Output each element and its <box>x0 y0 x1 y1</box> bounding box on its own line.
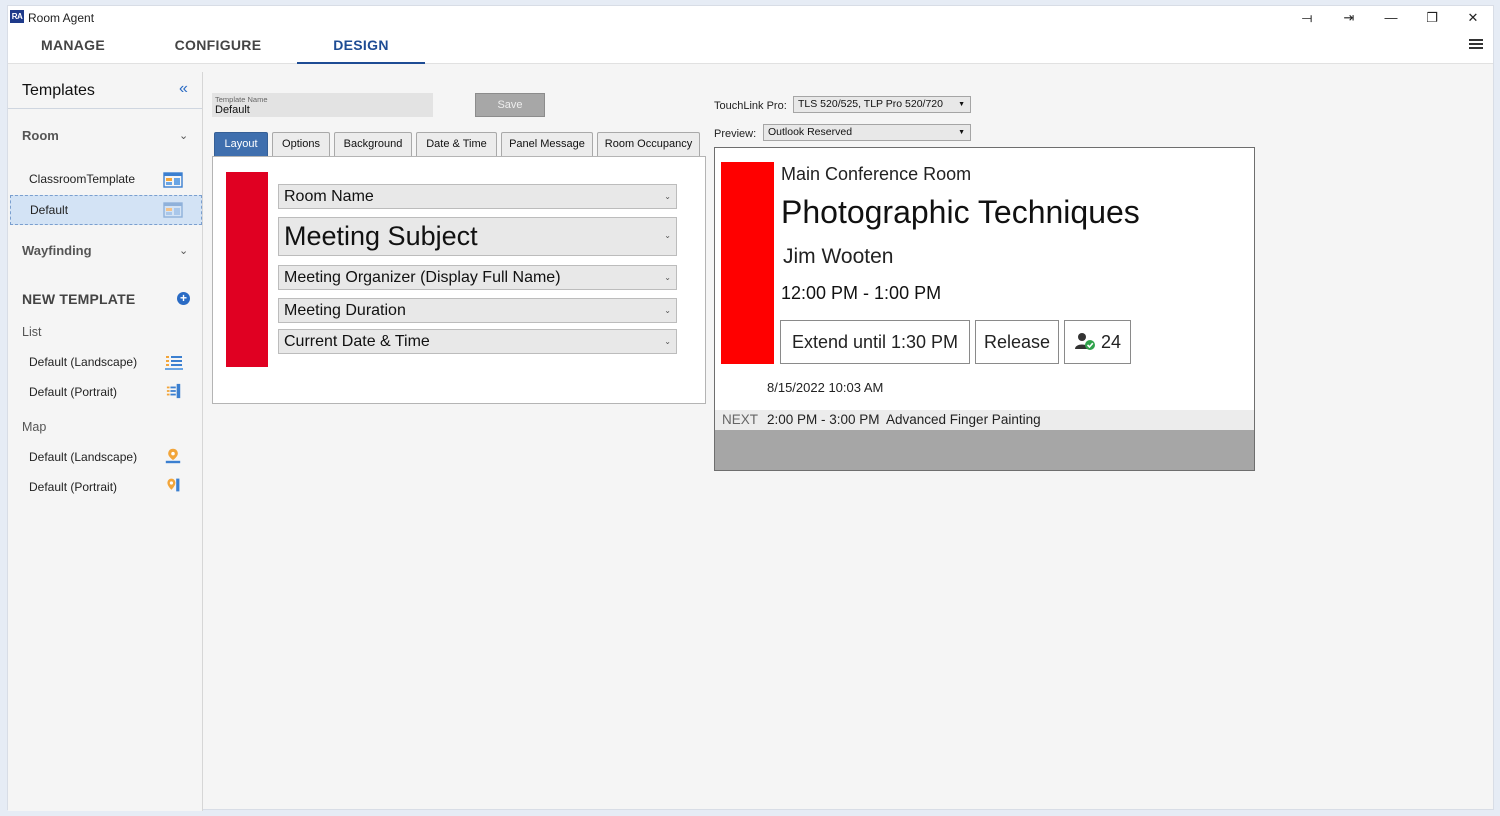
next-label: NEXT <box>722 412 759 427</box>
tab-panel-message[interactable]: Panel Message <box>501 132 593 156</box>
app-logo-icon: RA <box>10 10 24 23</box>
chevron-down-icon[interactable]: ⌄ <box>179 244 188 257</box>
app-window: RA Room Agent ⟞ ⇥ — ❐ ✕ MANAGE CONFIGURE… <box>7 5 1494 811</box>
tab-options[interactable]: Options <box>272 132 330 156</box>
chevron-down-icon: ⌄ <box>664 337 671 346</box>
occupancy-button[interactable]: 24 <box>1064 320 1131 364</box>
divider <box>8 108 202 109</box>
pin-icon[interactable]: ⇥ <box>1335 8 1363 28</box>
next-meeting-subject: Advanced Finger Painting <box>886 412 1041 427</box>
tab-date-time[interactable]: Date & Time <box>416 132 497 156</box>
list-landscape-icon <box>165 356 183 370</box>
status-color-bar[interactable] <box>226 172 268 367</box>
add-template-icon[interactable]: + <box>177 292 190 305</box>
dropdown-label: Meeting Subject <box>284 221 478 251</box>
tab-layout[interactable]: Layout <box>214 132 268 156</box>
tab-design[interactable]: DESIGN <box>297 30 425 64</box>
meeting-organizer-dropdown[interactable]: Meeting Organizer (Display Full Name) ⌄ <box>278 265 677 290</box>
preview-select[interactable]: Outlook Reserved ▼ <box>763 124 971 141</box>
meeting-duration-dropdown[interactable]: Meeting Duration ⌄ <box>278 298 677 323</box>
room-name: Main Conference Room <box>781 164 972 184</box>
title-bar: RA Room Agent ⟞ ⇥ — ❐ ✕ <box>8 6 1493 30</box>
main-nav: MANAGE CONFIGURE DESIGN <box>8 30 1493 64</box>
release-button[interactable]: Release <box>975 320 1059 364</box>
restore-button[interactable]: ❐ <box>1418 8 1446 28</box>
map-group-label: Map <box>22 420 47 434</box>
dropdown-arrow-icon: ▼ <box>958 129 965 136</box>
chevron-down-icon: ⌄ <box>664 231 671 240</box>
occupancy-count: 24 <box>1101 332 1122 352</box>
select-value: TLS 520/525, TLP Pro 520/720 <box>798 98 943 110</box>
dropdown-label: Meeting Organizer (Display Full Name) <box>284 269 561 286</box>
list-portrait-icon <box>166 383 181 399</box>
meeting-subject: Photographic Techniques <box>781 194 1140 230</box>
map-pin-portrait-icon <box>167 478 180 492</box>
current-date-time-dropdown[interactable]: Current Date & Time ⌄ <box>278 329 677 354</box>
room-template-icon <box>163 202 183 218</box>
tab-room-occupancy[interactable]: Room Occupancy <box>597 132 700 156</box>
chevron-down-icon[interactable]: ⌄ <box>179 129 188 142</box>
new-template-label[interactable]: NEW TEMPLATE <box>22 291 135 307</box>
template-name-field[interactable]: Template Name <box>212 93 433 117</box>
preview-label: Preview: <box>714 128 757 140</box>
sidebar-item-label: ClassroomTemplate <box>29 172 136 186</box>
meeting-organizer: Jim Wooten <box>783 245 894 268</box>
sidebar-title: Templates <box>22 82 95 99</box>
panel-preview: Main Conference Room Photographic Techni… <box>714 147 1255 471</box>
sidebar-item-label: Default (Portrait) <box>29 385 118 399</box>
minimize-button[interactable]: — <box>1377 8 1405 28</box>
sidebar-item-label: Default <box>30 203 69 217</box>
sidebar-item-label: Default (Portrait) <box>29 480 118 494</box>
person-check-icon <box>1075 333 1095 350</box>
section-wayfinding[interactable]: Wayfinding <box>22 243 92 258</box>
dropdown-label: Current Date & Time <box>284 333 430 350</box>
next-meeting-bar: NEXT 2:00 PM - 3:00 PM Advanced Finger P… <box>715 410 1254 430</box>
room-template-icon <box>163 172 183 188</box>
chevron-down-icon: ⌄ <box>664 192 671 201</box>
dropdown-label: Meeting Duration <box>284 302 406 319</box>
chevron-down-icon: ⌄ <box>664 273 671 282</box>
snap-icon[interactable]: ⟞ <box>1293 8 1321 28</box>
templates-sidebar: Templates « Room ⌄ ClassroomTemplate Def… <box>8 72 203 811</box>
list-group-label: List <box>22 325 42 339</box>
tab-manage[interactable]: MANAGE <box>22 30 124 64</box>
touchlink-label: TouchLink Pro: <box>714 100 787 112</box>
select-value: Outlook Reserved <box>768 126 853 138</box>
sidebar-item-label: Default (Landscape) <box>29 355 138 369</box>
tab-background[interactable]: Background <box>334 132 412 156</box>
map-pin-landscape-icon <box>165 448 181 464</box>
next-meeting-time: 2:00 PM - 3:00 PM <box>767 412 880 427</box>
section-room[interactable]: Room <box>22 128 59 143</box>
status-indicator <box>721 162 774 364</box>
tab-configure[interactable]: CONFIGURE <box>158 30 278 64</box>
collapse-icon[interactable]: « <box>179 80 188 98</box>
close-button[interactable]: ✕ <box>1459 8 1487 28</box>
window-title: Room Agent <box>28 11 95 25</box>
extend-button[interactable]: Extend until 1:30 PM <box>780 320 970 364</box>
layout-panel: Room Name ⌄ Meeting Subject ⌄ Meeting Or… <box>212 156 706 404</box>
touchlink-select[interactable]: TLS 520/525, TLP Pro 520/720 ▼ <box>793 96 971 113</box>
preview-footer <box>715 430 1254 470</box>
save-button[interactable]: Save <box>475 93 545 117</box>
room-name-dropdown[interactable]: Room Name ⌄ <box>278 184 677 209</box>
dropdown-label: Room Name <box>284 188 374 205</box>
menu-icon[interactable] <box>1469 39 1483 51</box>
template-name-input[interactable] <box>215 103 425 116</box>
sidebar-item-label: Default (Landscape) <box>29 450 138 464</box>
meeting-subject-dropdown[interactable]: Meeting Subject ⌄ <box>278 217 677 256</box>
current-date-time: 8/15/2022 10:03 AM <box>767 380 884 395</box>
meeting-time: 12:00 PM - 1:00 PM <box>781 283 942 303</box>
dropdown-arrow-icon: ▼ <box>958 101 965 108</box>
chevron-down-icon: ⌄ <box>664 306 671 315</box>
